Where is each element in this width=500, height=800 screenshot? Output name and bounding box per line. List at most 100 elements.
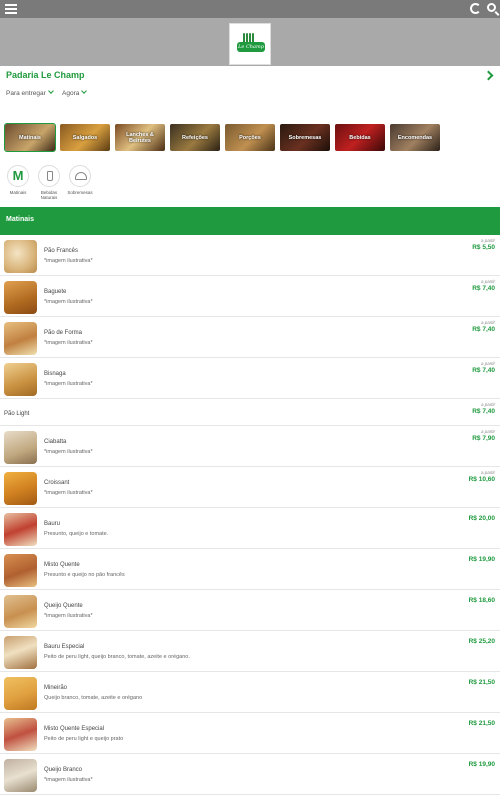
product-image [4, 677, 37, 710]
product-row[interactable]: Baguete *imagem ilustrativa* a partir R$ 7,… [0, 276, 500, 317]
chevron-right-icon[interactable] [483, 70, 494, 81]
category-tabs: Matinais Salgados Lanches & Beirutes Refeiç… [4, 123, 495, 152]
product-row[interactable]: Queijo Branco *imagem ilustrativa* R$ 19,9… [0, 754, 500, 795]
price-prefix: a partir [480, 402, 495, 407]
product-list: Pão Francês *imagem ilustrativa* a partir R… [0, 235, 500, 795]
hamburger-menu-icon[interactable] [5, 4, 17, 14]
chevron-down-icon [47, 88, 54, 94]
store-name: Padaria Le Champ [6, 70, 85, 80]
quick-link[interactable]: M Matinais [3, 165, 33, 195]
category-tab[interactable]: Refeições [170, 124, 220, 151]
category-tab[interactable]: Encomendas [390, 124, 440, 151]
product-name: Queijo Quente [44, 603, 83, 609]
category-tab[interactable]: Matinais [4, 123, 56, 152]
price-prefix: a partir [480, 361, 495, 366]
product-price: R$ 10,60 [468, 476, 495, 483]
category-tab-label: Matinais [18, 134, 41, 141]
store-logo: Le Champ [229, 23, 271, 65]
product-description: *imagem ilustrativa* [44, 613, 93, 619]
category-tab[interactable]: Lanches & Beirutes [115, 124, 165, 151]
product-row[interactable]: Bauru Especial Peito de peru light, queij… [0, 631, 500, 672]
cloche-icon [69, 165, 91, 187]
product-name: Misto Quente Especial [44, 726, 105, 732]
delivery-selector[interactable]: Para entregar [6, 88, 54, 97]
product-row[interactable]: Croissant *imagem ilustrativa* a partir R$ … [0, 467, 500, 508]
product-name: Croissant [44, 480, 70, 486]
product-description: *imagem ilustrativa* [44, 258, 93, 264]
wheat-icon [243, 30, 259, 43]
product-description: Peito de peru light e queijo prato [44, 736, 124, 742]
price-prefix: a partir [480, 429, 495, 434]
product-name: Pão Light [4, 411, 30, 417]
product-row[interactable]: Pão Francês *imagem ilustrativa* a partir R… [0, 235, 500, 276]
product-description: Peito de peru light, queijo branco, toma… [44, 654, 190, 660]
price-prefix: a partir [480, 470, 495, 475]
product-name: Pão de Forma [44, 330, 83, 336]
product-image [4, 718, 37, 751]
category-tab-label: Salgados [72, 134, 98, 141]
chevron-down-icon [81, 88, 88, 94]
price-prefix: a partir [480, 238, 495, 243]
quick-link-label: Matinais [9, 190, 27, 195]
product-row[interactable]: Misto Quente Presunto e queijo no pão fra… [0, 549, 500, 590]
product-price: R$ 7,40 [472, 367, 495, 374]
quick-link-label: Sobremesas [67, 190, 93, 195]
product-image [4, 431, 37, 464]
product-image [4, 513, 37, 546]
product-image [4, 595, 37, 628]
category-tab-label: Porções [239, 134, 261, 141]
category-tab-label: Refeições [182, 134, 208, 141]
product-row[interactable]: Pão de Forma *imagem ilustrativa* a partir… [0, 317, 500, 358]
product-image [4, 759, 37, 792]
category-tab-label: Encomendas [397, 134, 433, 141]
product-description: Presunto, queijo e tomate. [44, 531, 109, 537]
category-tab[interactable]: Porções [225, 124, 275, 151]
product-row[interactable]: Bauru Presunto, queijo e tomate. R$ 20,00 [0, 508, 500, 549]
time-label: Agora [62, 90, 80, 97]
product-description: Queijo branco, tomate, azeite e orégano [44, 695, 143, 701]
quick-link[interactable]: Bebidas Naturais [34, 165, 64, 200]
store-header: Padaria Le Champ Para entregar Agora [0, 66, 500, 106]
product-price: R$ 21,50 [468, 679, 495, 686]
top-bar [0, 0, 500, 18]
time-selector[interactable]: Agora [62, 88, 88, 97]
product-name: Queijo Branco [44, 767, 83, 773]
price-prefix: a partir [480, 320, 495, 325]
product-name: Pão Francês [44, 248, 79, 254]
product-description: Presunto e queijo no pão francês [44, 572, 125, 578]
product-row[interactable]: Queijo Quente *imagem ilustrativa* R$ 18,6… [0, 590, 500, 631]
product-name: Baguete [44, 289, 67, 295]
category-tab[interactable]: Sobremesas [280, 124, 330, 151]
product-row[interactable]: Mineirão Queijo branco, tomate, azeite e … [0, 672, 500, 713]
product-row[interactable]: Misto Quente Especial Peito de peru light… [0, 713, 500, 754]
category-tab[interactable]: Bebidas [335, 124, 385, 151]
logo-text: Le Champ [237, 42, 265, 52]
product-name: Ciabatta [44, 439, 67, 445]
product-price: R$ 19,90 [468, 761, 495, 768]
store-banner: Le Champ [0, 18, 500, 66]
search-icon[interactable] [487, 3, 496, 12]
product-row[interactable]: Bisnaga *imagem ilustrativa* a partir R$ 7,… [0, 358, 500, 399]
product-price: R$ 7,90 [472, 435, 495, 442]
product-image [4, 636, 37, 669]
product-image [4, 472, 37, 505]
section-header: Matinais [0, 207, 500, 235]
product-name: Bauru [44, 521, 61, 527]
quick-link[interactable]: Sobremesas [65, 165, 95, 195]
category-tab[interactable]: Salgados [60, 124, 110, 151]
product-image [4, 554, 37, 587]
product-name: Misto Quente [44, 562, 80, 568]
product-description: *imagem ilustrativa* [44, 490, 93, 496]
price-prefix: a partir [480, 279, 495, 284]
category-tab-label: Lanches & Beirutes [126, 131, 154, 144]
product-image [4, 363, 37, 396]
product-row[interactable]: Pão Light a partir R$ 7,40 [0, 399, 500, 426]
refresh-icon[interactable] [470, 3, 481, 14]
product-description: *imagem ilustrativa* [44, 299, 93, 305]
product-description: *imagem ilustrativa* [44, 777, 93, 783]
product-price: R$ 18,60 [468, 597, 495, 604]
product-price: R$ 7,40 [472, 326, 495, 333]
section-title: Matinais [6, 216, 35, 223]
product-row[interactable]: Ciabatta *imagem ilustrativa* a partir R$ 7… [0, 426, 500, 467]
product-name: Bisnaga [44, 371, 66, 377]
